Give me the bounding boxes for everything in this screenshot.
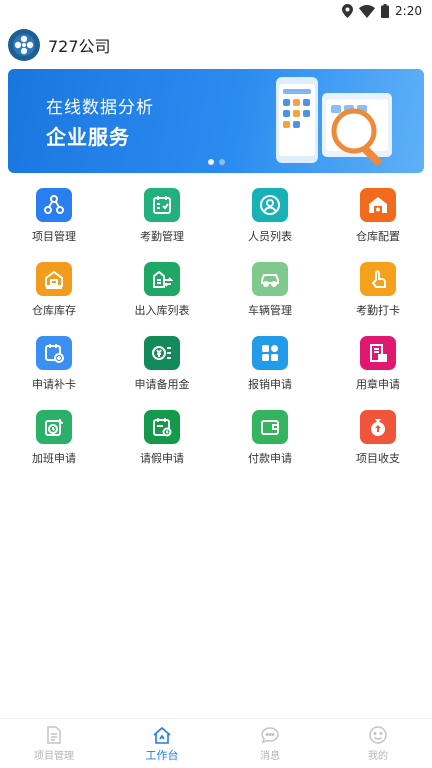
grid-item-label: 车辆管理	[248, 304, 292, 317]
grid-item-attendance-clockin[interactable]: 考勤打卡	[324, 262, 432, 318]
reimburse-grid-icon	[252, 336, 288, 370]
status-bar: 2:20	[0, 0, 432, 22]
grid-item-label: 加班申请	[32, 452, 76, 465]
grid-item-label: 申请备用金	[134, 378, 190, 391]
money-list-icon	[144, 336, 180, 370]
grid-item-reimbursement[interactable]: 报销申请	[216, 336, 324, 392]
grid-item-attendance-management[interactable]: 考勤管理	[108, 188, 216, 244]
warehouse-settings-icon	[360, 188, 396, 222]
grid-item-inout-list[interactable]: 出入库列表	[108, 262, 216, 318]
grid-item-vehicle-management[interactable]: 车辆管理	[216, 262, 324, 318]
devices-magnifier-illustration	[276, 77, 392, 166]
tab-label: 消息	[260, 751, 280, 762]
overtime-clock-icon	[36, 410, 72, 444]
person-icon	[252, 188, 288, 222]
seal-document-icon	[360, 336, 396, 370]
grid-item-project-finance[interactable]: 项目收支	[324, 410, 432, 466]
location-icon	[342, 4, 354, 18]
grid-item-label: 用章申请	[356, 378, 400, 391]
grid-item-label: 出入库列表	[134, 304, 190, 317]
money-bag-icon	[360, 410, 396, 444]
grid-item-leave-request[interactable]: 请假申请	[108, 410, 216, 466]
pagination-dot-active[interactable]	[208, 159, 214, 165]
building-transfer-icon	[144, 262, 180, 296]
company-logo-icon	[8, 29, 40, 61]
workbench-icon	[153, 726, 171, 744]
grid-item-project-management[interactable]: 项目管理	[0, 188, 108, 244]
bottom-tab-bar: 项目管理 工作台 消息 我的	[0, 718, 432, 768]
tap-finger-icon	[360, 262, 396, 296]
grid-item-label: 项目管理	[32, 230, 76, 243]
message-icon	[261, 727, 279, 744]
tab-label: 我的	[368, 751, 388, 762]
tab-label: 工作台	[145, 748, 179, 762]
car-icon	[252, 262, 288, 296]
grid-item-label: 请假申请	[140, 452, 184, 465]
tab-label: 项目管理	[34, 751, 74, 762]
grid-item-label: 仓库配置	[356, 230, 400, 243]
status-time: 2:20	[395, 4, 422, 18]
app-header: 727公司	[0, 22, 432, 68]
feature-grid: 项目管理 考勤管理 人员列表 仓库配置 仓库库存 出入库列表 车辆管理 考勤打卡…	[0, 188, 432, 466]
grid-item-label: 报销申请	[248, 378, 292, 391]
document-icon	[47, 726, 61, 744]
banner-headline: 在线数据分析	[46, 98, 154, 118]
grid-item-label: 申请补卡	[32, 378, 76, 391]
grid-item-label: 付款申请	[248, 452, 292, 465]
grid-item-warehouse-stock[interactable]: 仓库库存	[0, 262, 108, 318]
calendar-add-icon	[36, 336, 72, 370]
grid-item-overtime-request[interactable]: 加班申请	[0, 410, 108, 466]
tab-workbench[interactable]: 工作台	[108, 719, 216, 768]
tab-profile[interactable]: 我的	[324, 719, 432, 768]
grid-item-payment-request[interactable]: 付款申请	[216, 410, 324, 466]
grid-item-staff-list[interactable]: 人员列表	[216, 188, 324, 244]
company-name: 727公司	[48, 37, 111, 56]
org-chart-icon	[36, 188, 72, 222]
profile-icon	[369, 726, 387, 744]
wifi-icon	[359, 4, 376, 18]
banner-pagination	[208, 159, 225, 165]
tab-messages[interactable]: 消息	[216, 719, 324, 768]
warehouse-icon	[36, 262, 72, 296]
banner-subheadline: 企业服务	[46, 125, 130, 149]
calendar-check-icon	[144, 188, 180, 222]
grid-item-label: 考勤管理	[140, 230, 184, 243]
grid-item-petty-cash[interactable]: 申请备用金	[108, 336, 216, 392]
grid-item-label: 人员列表	[248, 230, 292, 243]
leave-calendar-icon	[144, 410, 180, 444]
grid-item-warehouse-config[interactable]: 仓库配置	[324, 188, 432, 244]
grid-item-seal-request[interactable]: 用章申请	[324, 336, 432, 392]
wallet-icon	[252, 410, 288, 444]
grid-item-label: 项目收支	[356, 452, 400, 465]
grid-item-makeup-clockin[interactable]: 申请补卡	[0, 336, 108, 392]
promo-banner[interactable]: 在线数据分析 企业服务	[8, 69, 424, 173]
grid-item-label: 仓库库存	[32, 304, 76, 317]
battery-icon	[381, 4, 390, 18]
grid-item-label: 考勤打卡	[356, 304, 400, 317]
tab-project-management[interactable]: 项目管理	[0, 719, 108, 768]
pagination-dot[interactable]	[219, 159, 225, 165]
